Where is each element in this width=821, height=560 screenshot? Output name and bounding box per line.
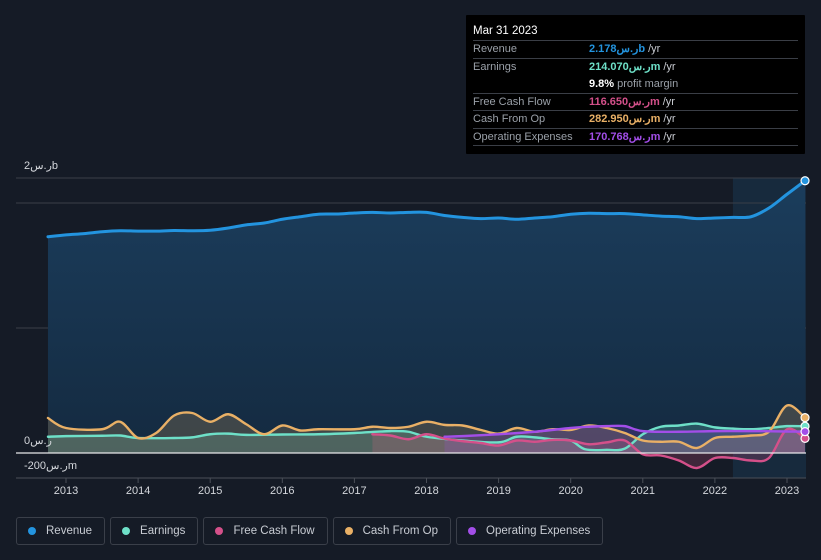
tooltip-value: 116.650ر.سm (589, 95, 660, 108)
tooltip-value: 2.178ر.سb (589, 43, 646, 55)
tooltip-value: 282.950ر.سm (589, 113, 661, 125)
x-tick-label-2019: 2019 (486, 485, 511, 497)
tooltip-row-operating-expenses: Operating Expenses 170.768ر.سm /yr (473, 129, 798, 146)
tooltip-label: Operating Expenses (473, 130, 573, 143)
tooltip-label: Cash From Op (473, 113, 546, 125)
legend: Revenue Earnings Free Cash Flow Cash Fro… (16, 517, 608, 545)
y-axis-label-top: 2ر.سb (24, 160, 59, 172)
legend-label: Earnings (140, 525, 186, 537)
revenue-dot-icon (28, 527, 36, 535)
tooltip-row-cash-from-op: Cash From Op 282.950ر.سm /yr (473, 111, 798, 129)
legend-item-operating-expenses[interactable]: Operating Expenses (456, 517, 604, 545)
x-tick-label-2022: 2022 (702, 485, 728, 497)
cash-from-op-dot-icon (344, 527, 353, 535)
tooltip-value: 214.070ر.سm (589, 60, 661, 73)
y-axis-label-zero: 0ر.س (24, 435, 52, 447)
legend-item-revenue[interactable]: Revenue (16, 517, 106, 545)
revenue-area (47, 180, 806, 453)
x-tick-label-2023: 2023 (774, 485, 800, 497)
tooltip-unit: /yr (663, 113, 676, 125)
x-tick-label-2013: 2013 (53, 485, 79, 497)
legend-label: Cash From Op (362, 525, 439, 537)
legend-item-cash-from-op[interactable]: Cash From Op (332, 517, 452, 545)
tooltip-row-profit-margin: 9.8% profit margin (473, 76, 798, 94)
earnings-dot-icon (122, 527, 131, 535)
tooltip-row-free-cash-flow: Free Cash Flow 116.650ر.سm /yr (473, 94, 798, 111)
tooltip-unit: /yr (663, 60, 676, 73)
tooltip-unit: /yr (663, 130, 676, 143)
x-tick-label-2018: 2018 (414, 485, 439, 497)
x-tick-label-2017: 2017 (342, 485, 367, 497)
legend-label: Revenue (46, 525, 93, 537)
tooltip-label: Revenue (473, 43, 518, 55)
legend-item-free-cash-flow[interactable]: Free Cash Flow (203, 517, 328, 545)
tooltip-unit: /yr (648, 43, 661, 55)
tooltip-label: Free Cash Flow (473, 95, 551, 108)
x-tick-label-2021: 2021 (630, 485, 656, 497)
operating-expenses-dot-icon (468, 527, 477, 535)
operating-expenses-endpoint (800, 427, 810, 437)
x-tick-label-2016: 2016 (270, 485, 295, 497)
x-tick-label-2015: 2015 (197, 485, 223, 497)
tooltip-label: Earnings (473, 60, 517, 73)
tooltip-row-earnings: Earnings 214.070ر.سm /yr (473, 59, 798, 77)
tooltip-row-revenue: Revenue 2.178ر.سb /yr (473, 41, 798, 59)
x-tick-label-2014: 2014 (125, 485, 151, 497)
legend-item-earnings[interactable]: Earnings (110, 517, 199, 545)
tooltip-date: Mar 31 2023 (473, 22, 798, 41)
cash-from-op-endpoint (800, 413, 810, 423)
free-cash-flow-dot-icon (215, 527, 224, 535)
tooltip-value: 9.8% (589, 78, 615, 90)
tooltip: Mar 31 2023 Revenue 2.178ر.سb /yr Earnin… (466, 15, 805, 154)
legend-label: Free Cash Flow (233, 525, 315, 537)
legend-label: Operating Expenses (486, 525, 591, 537)
y-axis-label-bottom: -200ر.سm (24, 460, 77, 472)
tooltip-unit: /yr (662, 95, 675, 108)
tooltip-value: 170.768ر.سm (589, 130, 661, 143)
tooltip-label (473, 76, 589, 93)
tooltip-unit: profit margin (617, 78, 679, 90)
revenue-endpoint (800, 176, 810, 186)
x-tick-label-2020: 2020 (558, 485, 583, 497)
